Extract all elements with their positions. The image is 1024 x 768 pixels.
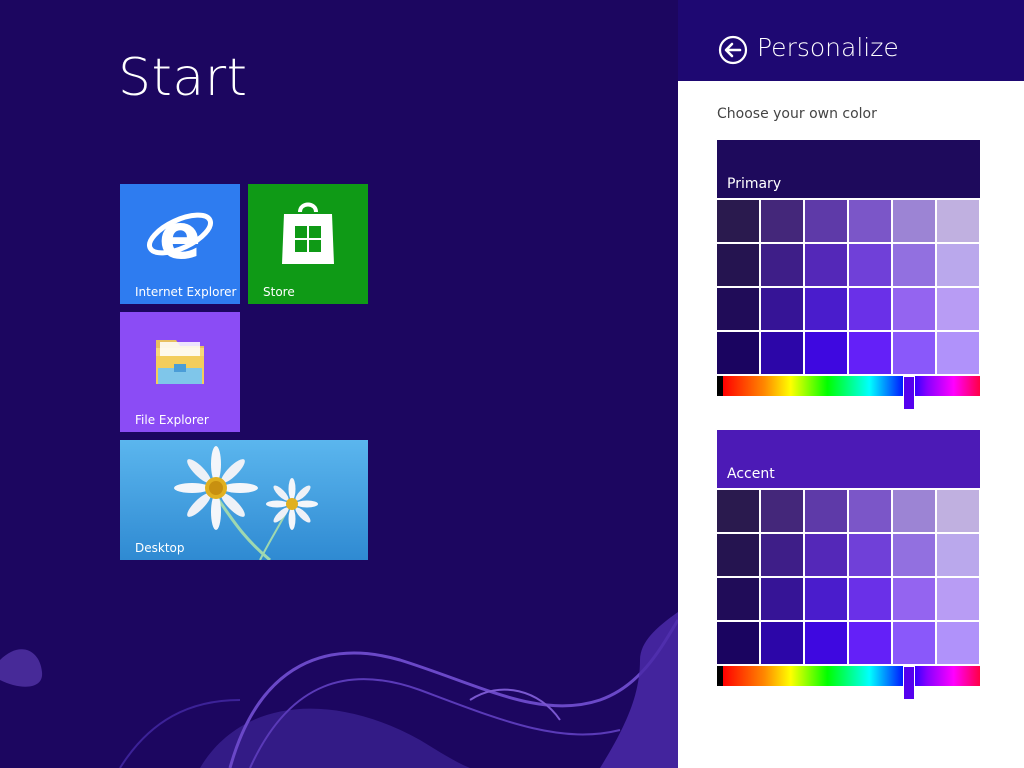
- accent-swatch[interactable]: [761, 578, 803, 620]
- tile-store[interactable]: Store: [248, 184, 368, 304]
- accent-swatch[interactable]: [761, 622, 803, 664]
- choose-color-label: Choose your own color: [717, 106, 877, 122]
- back-arrow-icon[interactable]: [718, 35, 748, 65]
- primary-label: Primary: [727, 176, 782, 192]
- primary-swatch[interactable]: [717, 332, 759, 374]
- start-background-swirl: [0, 612, 678, 768]
- tile-desktop[interactable]: Desktop: [120, 440, 368, 560]
- start-title: Start: [118, 48, 248, 108]
- primary-color-picker: Primary: [717, 140, 980, 410]
- accent-swatch[interactable]: [717, 490, 759, 532]
- accent-swatch[interactable]: [805, 534, 847, 576]
- primary-swatch[interactable]: [937, 332, 979, 374]
- accent-swatch[interactable]: [717, 622, 759, 664]
- accent-swatch-grid: [717, 488, 980, 664]
- tile-label: Store: [263, 285, 295, 299]
- primary-swatch-grid: [717, 198, 980, 374]
- accent-swatch[interactable]: [849, 622, 891, 664]
- primary-swatch[interactable]: [717, 288, 759, 330]
- panel-title: Personalize: [757, 33, 899, 62]
- tile-label: Desktop: [135, 541, 185, 555]
- primary-swatch[interactable]: [849, 244, 891, 286]
- tile-label: File Explorer: [135, 413, 209, 427]
- primary-swatch[interactable]: [805, 288, 847, 330]
- primary-swatch[interactable]: [893, 332, 935, 374]
- accent-color-preview: Accent: [717, 430, 980, 488]
- accent-swatch[interactable]: [805, 490, 847, 532]
- primary-swatch[interactable]: [893, 244, 935, 286]
- accent-hue-bar[interactable]: [717, 666, 980, 686]
- accent-swatch[interactable]: [893, 534, 935, 576]
- accent-label: Accent: [727, 466, 775, 482]
- tile-internet-explorer[interactable]: e Internet Explorer: [120, 184, 240, 304]
- accent-swatch[interactable]: [893, 622, 935, 664]
- primary-color-preview: Primary: [717, 140, 980, 198]
- accent-swatch[interactable]: [937, 578, 979, 620]
- tile-file-explorer[interactable]: File Explorer: [120, 312, 240, 432]
- accent-swatch[interactable]: [937, 490, 979, 532]
- primary-swatch[interactable]: [717, 244, 759, 286]
- primary-hue-thumb[interactable]: [902, 376, 915, 410]
- accent-swatch[interactable]: [937, 534, 979, 576]
- accent-swatch[interactable]: [805, 622, 847, 664]
- primary-swatch[interactable]: [761, 332, 803, 374]
- accent-swatch[interactable]: [805, 578, 847, 620]
- start-screen: Start e Internet Explorer Store File Exp…: [0, 0, 678, 768]
- accent-swatch[interactable]: [849, 534, 891, 576]
- primary-swatch[interactable]: [937, 200, 979, 242]
- primary-swatch[interactable]: [893, 200, 935, 242]
- panel-header: Personalize: [678, 0, 1024, 81]
- primary-swatch[interactable]: [849, 288, 891, 330]
- primary-swatch[interactable]: [893, 288, 935, 330]
- svg-text:e: e: [159, 200, 201, 273]
- accent-swatch[interactable]: [717, 534, 759, 576]
- accent-hue-slider[interactable]: [717, 666, 980, 700]
- primary-swatch[interactable]: [849, 200, 891, 242]
- primary-swatch[interactable]: [761, 200, 803, 242]
- primary-swatch[interactable]: [805, 332, 847, 374]
- primary-swatch[interactable]: [717, 200, 759, 242]
- accent-swatch[interactable]: [893, 490, 935, 532]
- primary-hue-bar[interactable]: [717, 376, 980, 396]
- primary-swatch[interactable]: [761, 288, 803, 330]
- accent-swatch[interactable]: [717, 578, 759, 620]
- accent-hue-thumb[interactable]: [902, 666, 915, 700]
- accent-swatch[interactable]: [849, 578, 891, 620]
- tile-label: Internet Explorer: [135, 285, 237, 299]
- primary-swatch[interactable]: [849, 332, 891, 374]
- accent-swatch[interactable]: [893, 578, 935, 620]
- accent-swatch[interactable]: [937, 622, 979, 664]
- personalize-panel: Personalize Choose your own color Primar…: [678, 0, 1024, 768]
- accent-swatch[interactable]: [761, 534, 803, 576]
- primary-swatch[interactable]: [937, 288, 979, 330]
- accent-swatch[interactable]: [761, 490, 803, 532]
- primary-swatch[interactable]: [805, 244, 847, 286]
- primary-hue-slider[interactable]: [717, 376, 980, 410]
- accent-color-picker: Accent: [717, 430, 980, 700]
- primary-swatch[interactable]: [937, 244, 979, 286]
- primary-swatch[interactable]: [761, 244, 803, 286]
- primary-swatch[interactable]: [805, 200, 847, 242]
- accent-swatch[interactable]: [849, 490, 891, 532]
